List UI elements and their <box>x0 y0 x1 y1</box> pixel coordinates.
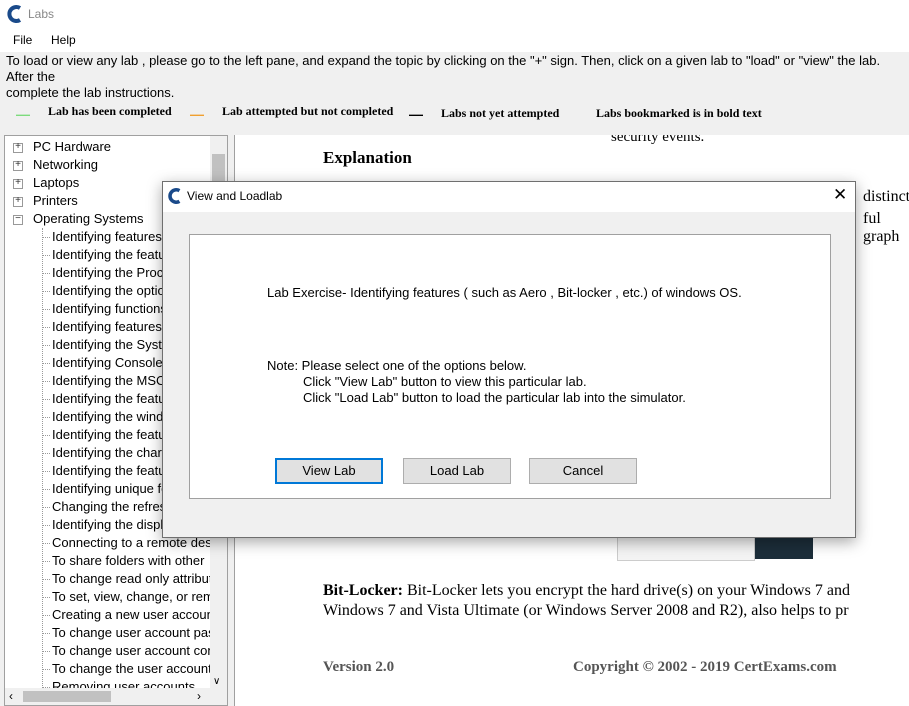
view-lab-button[interactable]: View Lab <box>275 458 383 484</box>
tree-category-pc-hardware[interactable]: + PC Hardware <box>13 138 111 156</box>
note-line: Note: Please select one of the options b… <box>267 358 527 373</box>
tree-lab-item[interactable]: To change read only attributes <box>52 570 226 588</box>
tree-connector <box>42 435 50 436</box>
tree-connector <box>42 525 50 526</box>
tree-connector <box>42 273 50 274</box>
tree-category-operating-systems[interactable]: − Operating Systems <box>13 210 144 228</box>
legend-not-attempted-dash: — <box>409 106 425 122</box>
app-logo-icon <box>168 188 181 204</box>
scroll-down-icon[interactable]: ∨ <box>213 676 220 687</box>
tree-connector <box>42 417 50 418</box>
tree-lab-item[interactable]: Identifying features of <box>52 318 176 336</box>
tree-lab-item[interactable]: Identifying Console <box>52 354 163 372</box>
expand-icon[interactable]: + <box>13 177 23 189</box>
tree-category-laptops[interactable]: + Laptops <box>13 174 79 192</box>
tree-lab-item[interactable]: To change user account password <box>52 624 227 642</box>
tree-connector <box>42 669 50 670</box>
tree-connector <box>42 453 50 454</box>
expand-icon[interactable]: + <box>13 195 23 207</box>
tree-lab-item[interactable]: To change user account control <box>52 642 227 660</box>
tree-connector <box>42 507 50 508</box>
menu-help[interactable]: Help <box>51 33 76 47</box>
tree-connector <box>42 381 50 382</box>
legend-bookmarked-label: Labs bookmarked is in bold text <box>596 106 762 120</box>
menu-bar: File Help <box>0 30 909 52</box>
dialog-title: View and Loadlab <box>187 189 283 203</box>
tree-lab-item[interactable]: To change the user account <box>52 660 212 678</box>
tree-connector <box>42 309 50 310</box>
tree-lab-item[interactable]: Identifying the display <box>52 516 177 534</box>
tree-connector <box>42 399 50 400</box>
tree-connector <box>42 237 50 238</box>
tree-horizontal-scrollbar[interactable]: ‹ › <box>5 688 227 705</box>
scroll-thumb[interactable] <box>23 691 111 702</box>
tree-connector <box>42 255 50 256</box>
tree-connector <box>42 363 50 364</box>
tree-connector <box>42 291 50 292</box>
tree-category-networking[interactable]: + Networking <box>13 156 98 174</box>
tree-lab-item[interactable]: Creating a new user account <box>52 606 217 624</box>
tree-lab-item[interactable]: Identifying the charm <box>52 444 173 462</box>
title-bar: Labs <box>0 0 909 30</box>
tree-connector <box>42 543 50 544</box>
tree-connector <box>42 633 50 634</box>
tree-lab-item[interactable]: Identifying functions <box>52 300 167 318</box>
content-fragment: distinctive <box>863 188 909 205</box>
copyright-label: Copyright © 2002 - 2019 CertExams.com <box>573 659 837 675</box>
tree-connector <box>42 327 50 328</box>
app-logo-icon <box>7 5 22 23</box>
legend-completed-label: Lab has been completed <box>48 104 172 118</box>
close-icon[interactable]: ✕ <box>833 185 847 205</box>
tree-lab-item[interactable]: Identifying the System <box>52 336 180 354</box>
screenshot-image <box>617 537 755 561</box>
tree-lab-item[interactable]: Changing the refresh <box>52 498 173 516</box>
scroll-left-icon[interactable]: ‹ <box>9 689 13 703</box>
load-lab-button[interactable]: Load Lab <box>403 458 511 484</box>
expand-icon[interactable]: + <box>13 141 23 153</box>
note-line: Click "View Lab" button to view this par… <box>303 374 587 389</box>
tree-connector <box>42 579 50 580</box>
exercise-title: Lab Exercise- Identifying features ( suc… <box>267 285 742 300</box>
tree-lab-item[interactable]: To set, view, change, or remove <box>52 588 227 606</box>
tree-connector <box>42 615 50 616</box>
menu-file[interactable]: File <box>13 33 32 47</box>
explanation-heading: Explanation <box>323 148 412 167</box>
content-fragment: security events. <box>611 135 705 145</box>
bitlocker-paragraph: Bit-Locker: Bit-Locker lets you encrypt … <box>323 582 850 599</box>
tree-lab-item[interactable]: Identifying the options <box>52 282 178 300</box>
legend-attempted-dash: — <box>190 106 206 122</box>
expand-icon[interactable]: + <box>13 159 23 171</box>
tree-connector <box>42 597 50 598</box>
dialog-title-bar: View and Loadlab ✕ <box>163 182 855 212</box>
screenshot-image <box>755 537 813 559</box>
tree-connector <box>42 651 50 652</box>
version-label: Version 2.0 <box>323 659 395 675</box>
view-load-lab-dialog: View and Loadlab ✕ Lab Exercise- Identif… <box>162 181 856 538</box>
scroll-right-icon[interactable]: › <box>197 689 201 703</box>
instructions-text: To load or view any lab , please go to t… <box>6 53 881 100</box>
collapse-icon[interactable]: − <box>13 213 23 225</box>
tree-connector <box>42 561 50 562</box>
tree-connector <box>42 345 50 346</box>
cancel-button[interactable]: Cancel <box>529 458 637 484</box>
legend-not-attempted-label: Labs not yet attempted <box>441 106 560 120</box>
bitlocker-paragraph-line-2: Windows 7 and Vista Ultimate (or Windows… <box>323 602 849 619</box>
tree-connector <box>42 471 50 472</box>
window-title: Labs <box>28 7 55 21</box>
note-line: Click "Load Lab" button to load the part… <box>303 390 686 405</box>
tree-connector <box>42 489 50 490</box>
legend-attempted-label: Lab attempted but not completed <box>222 104 394 118</box>
tree-guide-line <box>42 228 43 705</box>
content-fragment: ful graph <box>863 210 900 245</box>
tree-category-printers[interactable]: + Printers <box>13 192 78 210</box>
tree-lab-item[interactable]: To share folders with other <box>52 552 204 570</box>
legend-completed-dash: — <box>16 106 32 122</box>
